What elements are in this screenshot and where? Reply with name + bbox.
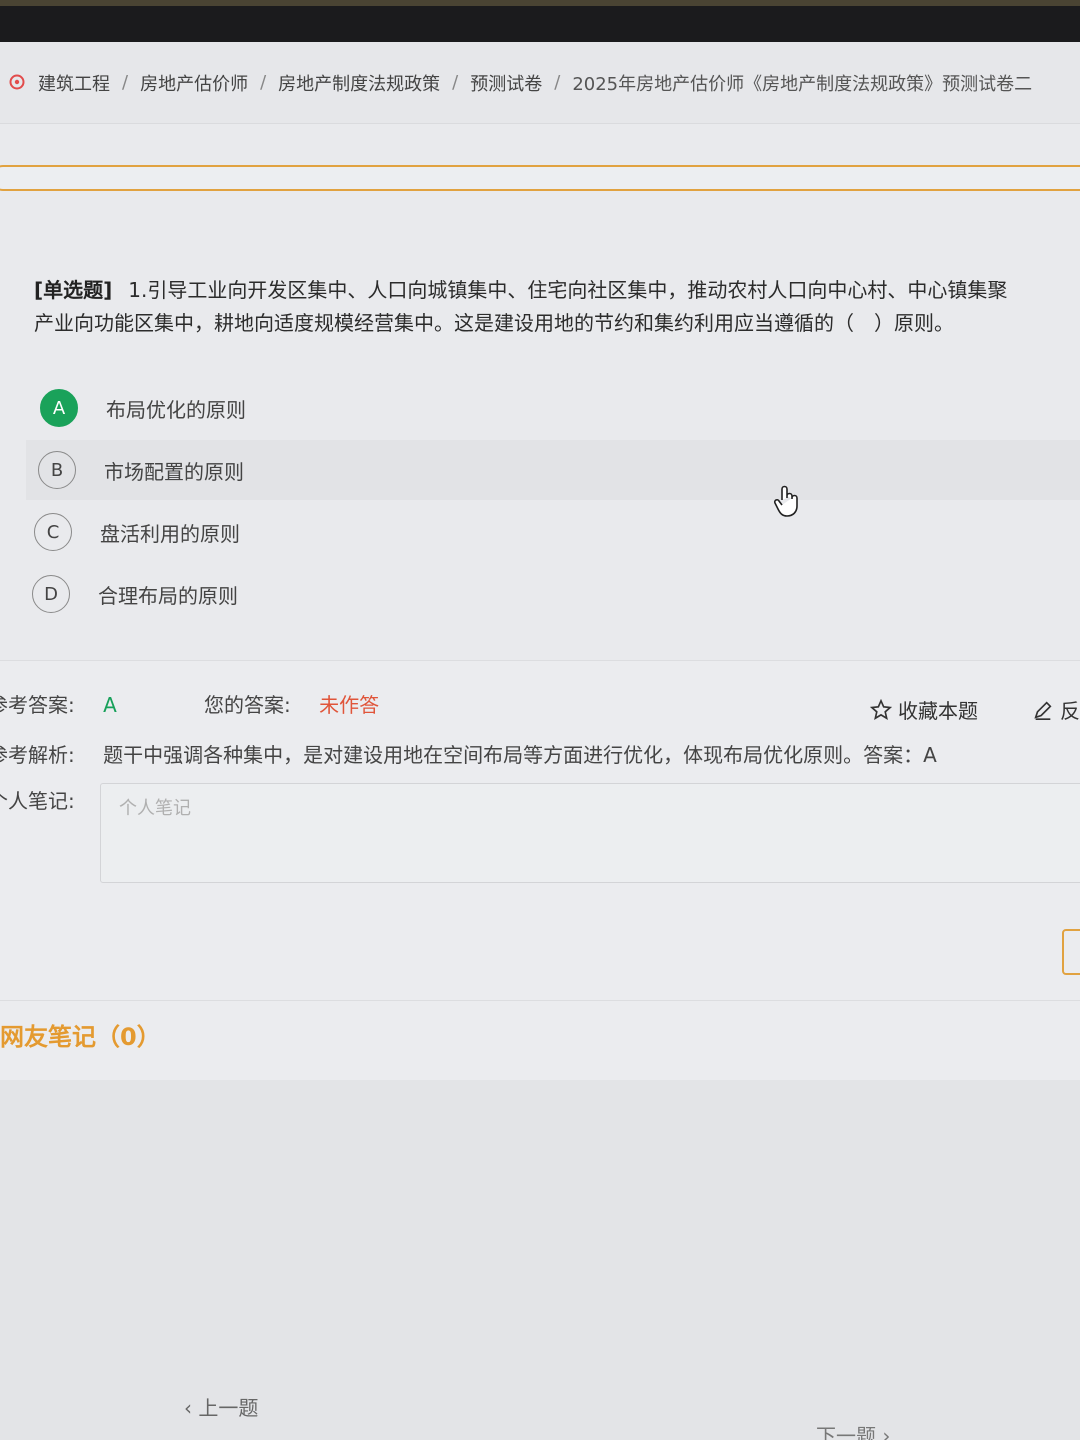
- option-letter-d: D: [32, 575, 70, 613]
- question-text: [单选题] 1.引导工业向开发区集中、人口向城镇集中、住宅向社区集中，推动农村人口…: [34, 274, 1080, 340]
- question-line-1: [单选题] 1.引导工业向开发区集中、人口向城镇集中、住宅向社区集中，推动农村人口…: [34, 274, 1080, 307]
- analysis-label: 参考解析:: [0, 743, 75, 767]
- friends-notes-section: 网友笔记（0）: [0, 1000, 1080, 1080]
- breadcrumb-separator: /: [452, 72, 459, 93]
- next-question-button[interactable]: 下一题 ›: [816, 1420, 890, 1440]
- breadcrumb-item-construction[interactable]: 建筑工程: [38, 70, 110, 96]
- question-line-2: 产业向功能区集中，耕地向适度规模经营集中。这是建设用地的节约和集约利用应当遵循的…: [34, 311, 954, 335]
- feedback-label: 反: [1060, 699, 1080, 723]
- your-answer-row: 您的答案: 未作答: [204, 689, 379, 718]
- analysis-text: 题干中强调各种集中，是对建设用地在空间布局等方面进行优化，体现布局优化原则。答案…: [103, 743, 937, 767]
- favorite-button[interactable]: 收藏本题: [870, 695, 978, 724]
- content-area: ‹ 上一题 下一题 ›: [0, 1080, 1080, 1440]
- location-pin-icon: [9, 74, 25, 89]
- breadcrumb-item-appraiser[interactable]: 房地产估价师: [140, 70, 248, 96]
- question-type-label: [单选题]: [34, 278, 113, 302]
- option-d[interactable]: D 合理布局的原则: [32, 564, 1080, 624]
- breadcrumb: 建筑工程 / 房地产估价师 / 房地产制度法规政策 / 预测试卷 / 2025年…: [0, 42, 1080, 124]
- breadcrumb-separator: /: [122, 72, 129, 93]
- option-b[interactable]: B 市场配置的原则: [26, 440, 1080, 500]
- option-text-b: 市场配置的原则: [104, 459, 244, 484]
- prev-question-label: 上一题: [198, 1396, 259, 1420]
- chevron-left-icon: ‹: [184, 1396, 199, 1420]
- prev-question-button[interactable]: ‹ 上一题: [184, 1392, 258, 1421]
- option-text-a: 布局优化的原则: [106, 397, 246, 422]
- your-answer-label: 您的答案:: [204, 693, 291, 717]
- option-a[interactable]: A 布局优化的原则: [40, 378, 1080, 438]
- answer-panel: 参考答案: A 您的答案: 未作答 收藏本题 反 参考解析: 题干中强调各种集中…: [0, 660, 1080, 1000]
- breadcrumb-item-mock-exam[interactable]: 预测试卷: [470, 70, 542, 96]
- option-letter-b: B: [38, 451, 76, 489]
- option-text-c: 盘活利用的原则: [100, 521, 240, 546]
- bezel-highlight: [0, 0, 1080, 6]
- option-text-d: 合理布局的原则: [98, 583, 238, 608]
- reference-answer-value: A: [103, 693, 117, 717]
- pencil-icon: [1034, 700, 1052, 720]
- reference-answer-row: 参考答案: A: [0, 689, 117, 718]
- feedback-button[interactable]: 反: [1032, 695, 1080, 724]
- question-stem: 1.引导工业向开发区集中、人口向城镇集中、住宅向社区集中，推动农村人口向中心村、…: [128, 278, 1008, 302]
- breadcrumb-separator: /: [554, 72, 561, 93]
- reference-answer-label: 参考答案:: [0, 693, 75, 717]
- hand-cursor-icon: [773, 485, 798, 517]
- option-c[interactable]: C 盘活利用的原则: [34, 502, 1080, 562]
- option-letter-a: A: [40, 389, 78, 427]
- option-letter-c: C: [34, 513, 72, 551]
- breadcrumb-item-subject[interactable]: 房地产制度法规政策: [278, 70, 440, 96]
- next-question-label: 下一题: [816, 1424, 876, 1440]
- friends-notes-title: 网友笔记（0）: [0, 1023, 161, 1051]
- save-note-button[interactable]: [1062, 929, 1080, 975]
- your-answer-value: 未作答: [319, 693, 380, 717]
- personal-note-input[interactable]: 个人笔记: [100, 783, 1080, 883]
- note-label: 个人笔记:: [0, 789, 75, 813]
- screen-bezel: [0, 0, 1080, 42]
- breadcrumb-separator: /: [260, 72, 267, 93]
- question-panel: [单选题] 1.引导工业向开发区集中、人口向城镇集中、住宅向社区集中，推动农村人口…: [0, 230, 1080, 660]
- analysis-row: 参考解析: 题干中强调各种集中，是对建设用地在空间布局等方面进行优化，体现布局优…: [0, 739, 937, 768]
- favorite-label: 收藏本题: [898, 699, 978, 723]
- breadcrumb-item-current-paper: 2025年房地产估价师《房地产制度法规政策》预测试卷二: [572, 73, 1033, 95]
- progress-bar: [0, 165, 1080, 191]
- star-icon: [870, 698, 892, 720]
- chevron-right-icon: ›: [876, 1424, 891, 1440]
